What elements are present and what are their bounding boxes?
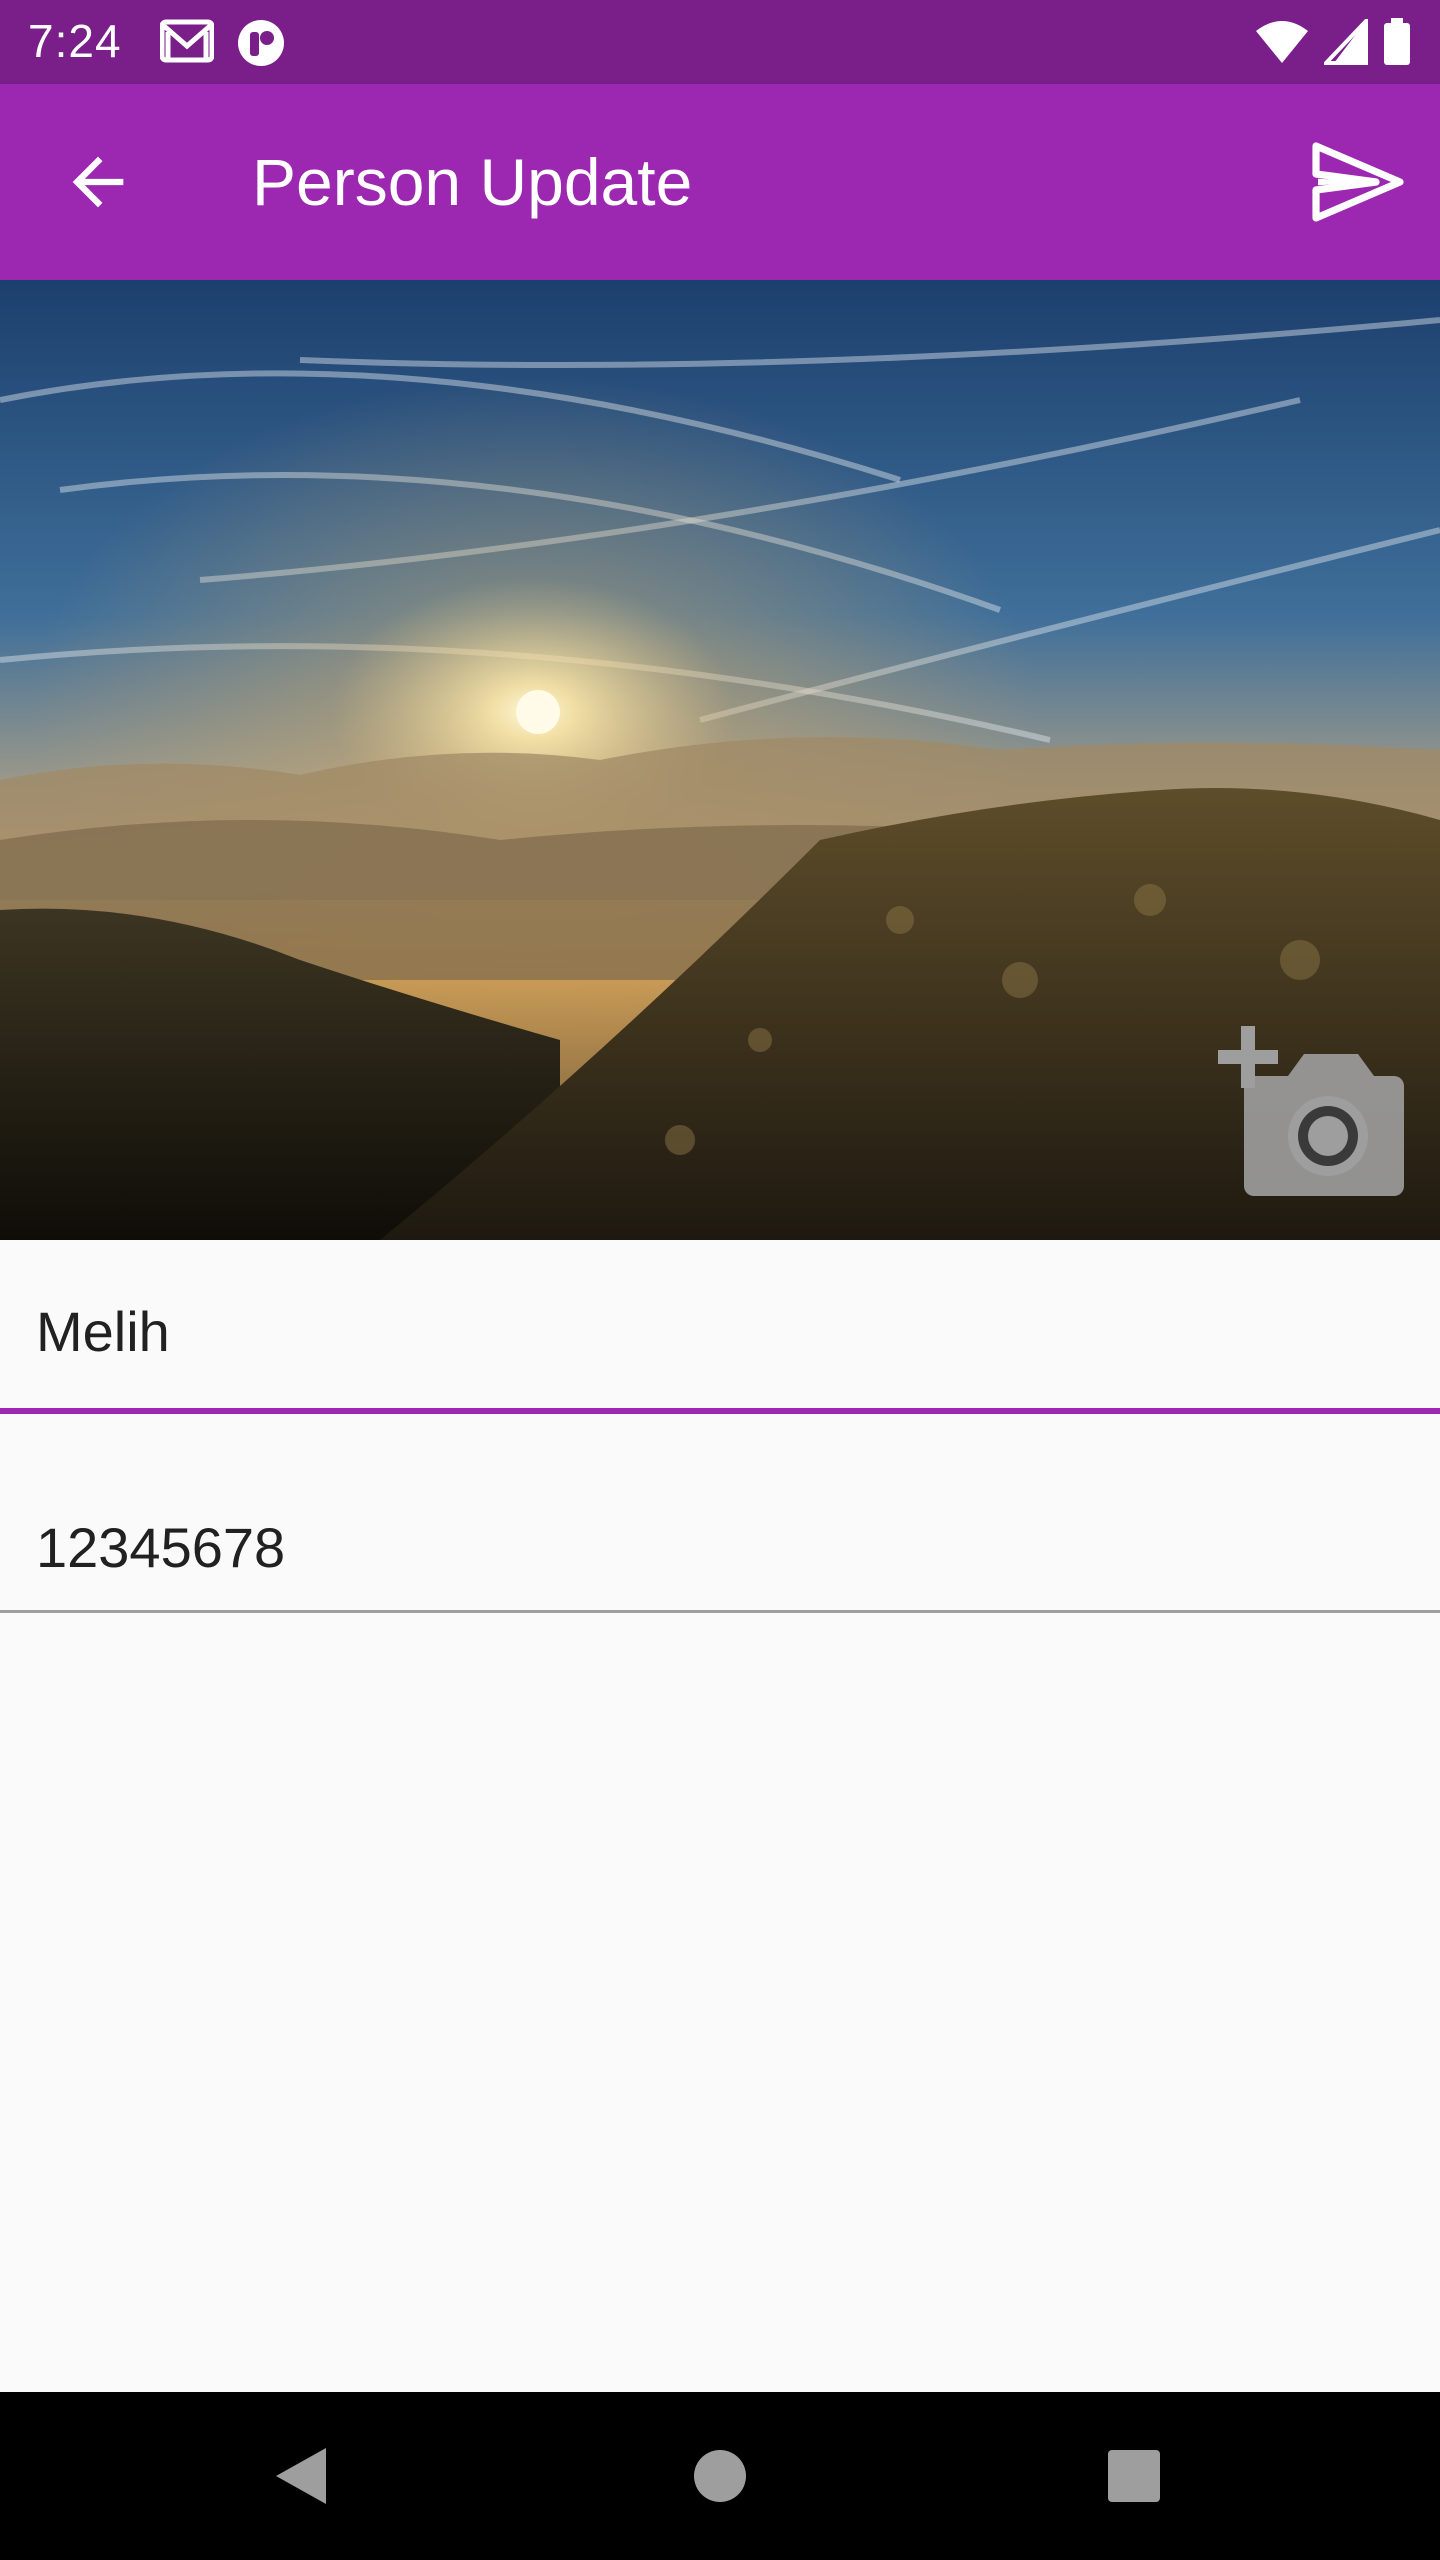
system-navigation-bar (0, 2392, 1440, 2560)
wifi-icon (1254, 19, 1310, 70)
status-bar: 7:24 (0, 0, 1440, 84)
back-triangle-icon (276, 2448, 326, 2504)
status-notification-icons (159, 18, 286, 73)
home-circle-icon (694, 2450, 746, 2502)
arrow-back-icon (72, 156, 124, 208)
name-field-container (0, 1240, 1440, 1414)
nav-home-button[interactable] (688, 2444, 752, 2508)
back-button[interactable] (60, 144, 136, 220)
gmail-icon (159, 18, 215, 73)
add-photo-button[interactable] (1218, 1024, 1408, 1200)
send-icon (1312, 142, 1404, 222)
app-bar: Person Update (0, 84, 1440, 280)
recents-square-icon (1108, 2450, 1160, 2502)
name-field[interactable] (36, 1296, 1396, 1366)
notification-app-icon (236, 18, 286, 73)
send-button[interactable] (1306, 134, 1406, 230)
nav-back-button[interactable] (270, 2444, 334, 2508)
nav-recents-button[interactable] (1102, 2444, 1166, 2508)
status-system-icons (1254, 16, 1412, 71)
status-time: 7:24 (28, 15, 122, 67)
phone-field-container (0, 1414, 1440, 1613)
cellular-signal-icon (1321, 16, 1368, 70)
page-title: Person Update (252, 145, 693, 219)
add-a-photo-icon (1218, 1026, 1404, 1196)
battery-icon (1382, 18, 1412, 71)
phone-field[interactable] (36, 1512, 1396, 1582)
